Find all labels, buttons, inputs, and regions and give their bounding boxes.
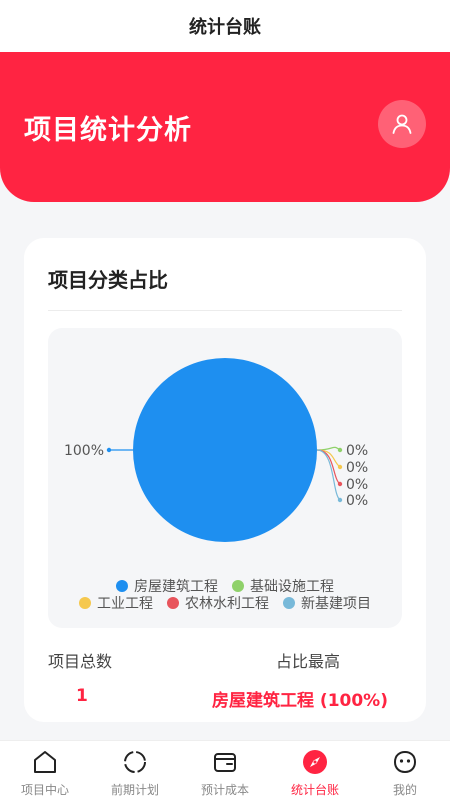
- pie-leader-dot: [337, 481, 343, 487]
- smiley-icon: [391, 748, 419, 776]
- header-banner: 项目统计分析: [0, 52, 450, 202]
- tab-mine[interactable]: 我的: [360, 741, 450, 800]
- tab-project-center[interactable]: 项目中心: [0, 741, 90, 800]
- pie-chart-svg: 100% 0%0%0%0%房屋建筑工程 基础设施工程工业工程 农林水利工程 新基建项目: [64, 358, 371, 612]
- pie-leader-dot: [337, 464, 343, 470]
- card-divider: [48, 310, 402, 311]
- pie-label: 0%: [346, 493, 368, 509]
- stats-row: 项目总数 1 占比最高 房屋建筑工程 (100%): [24, 646, 426, 716]
- pie-chart: 100% 0% 0% 0% 0% 房屋建筑工程 基础设施工程 工业工程 农林水利工程 新基建项目: [48, 328, 402, 628]
- tab-label: 项目中心: [20, 783, 69, 797]
- page-title: 项目统计分析: [24, 115, 192, 146]
- legend-label[interactable]: 新基建项目: [301, 595, 371, 612]
- legend-marker: [116, 580, 129, 592]
- nav-title: 统计台账: [189, 17, 261, 38]
- legend-label[interactable]: 农林水利工程: [185, 596, 269, 612]
- pie-label: 0%: [346, 477, 368, 493]
- pie-label: 0%: [346, 443, 368, 459]
- tab-bar: 项目中心 前期计划 预计成本 统计台账 我的: [0, 740, 450, 800]
- compass-icon: [301, 748, 329, 776]
- user-icon: [392, 114, 412, 134]
- legend-label[interactable]: 基础设施工程: [250, 578, 334, 595]
- max-value: 房屋建筑工程 (100%): [212, 691, 388, 711]
- legend-marker: [79, 597, 92, 609]
- legend-marker: [282, 597, 295, 609]
- pie-label: 100%: [64, 443, 104, 459]
- card-title: 项目分类占比: [48, 268, 168, 292]
- wallet-icon: [211, 748, 239, 776]
- pie-slice: [133, 358, 317, 542]
- tab-label: 预计成本: [200, 783, 249, 797]
- legend-marker: [167, 597, 180, 609]
- pie-leader-dot: [337, 447, 343, 453]
- max-label: 占比最高: [276, 652, 341, 671]
- tab-statistics[interactable]: 统计台账: [270, 741, 360, 800]
- total-label: 项目总数: [48, 652, 113, 671]
- tab-estimated-cost[interactable]: 预计成本: [180, 741, 270, 800]
- nav-bar: 统计台账: [0, 0, 450, 52]
- legend-label[interactable]: 房屋建筑工程: [134, 579, 218, 595]
- tab-early-plan[interactable]: 前期计划: [90, 741, 180, 800]
- home-icon: [31, 748, 59, 776]
- legend-label[interactable]: 工业工程: [97, 596, 153, 612]
- pie-leader-dot: [337, 497, 343, 503]
- legend-marker: [232, 580, 244, 592]
- tab-label: 我的: [392, 783, 417, 797]
- pie-label: 0%: [346, 460, 368, 476]
- pie-leader-line: [316, 449, 341, 485]
- avatar-button[interactable]: [378, 100, 426, 148]
- category-card: 项目分类占比 100% 0% 0% 0% 0% 房屋建筑工程 基础设施工程 工业工程 农林水利工…: [24, 238, 426, 722]
- pie-leader-dot: [106, 447, 112, 453]
- tab-label: 统计台账: [290, 783, 339, 797]
- tab-label: 前期计划: [110, 783, 159, 797]
- loading-circle-icon: [121, 748, 149, 776]
- total-value: 1: [76, 686, 88, 706]
